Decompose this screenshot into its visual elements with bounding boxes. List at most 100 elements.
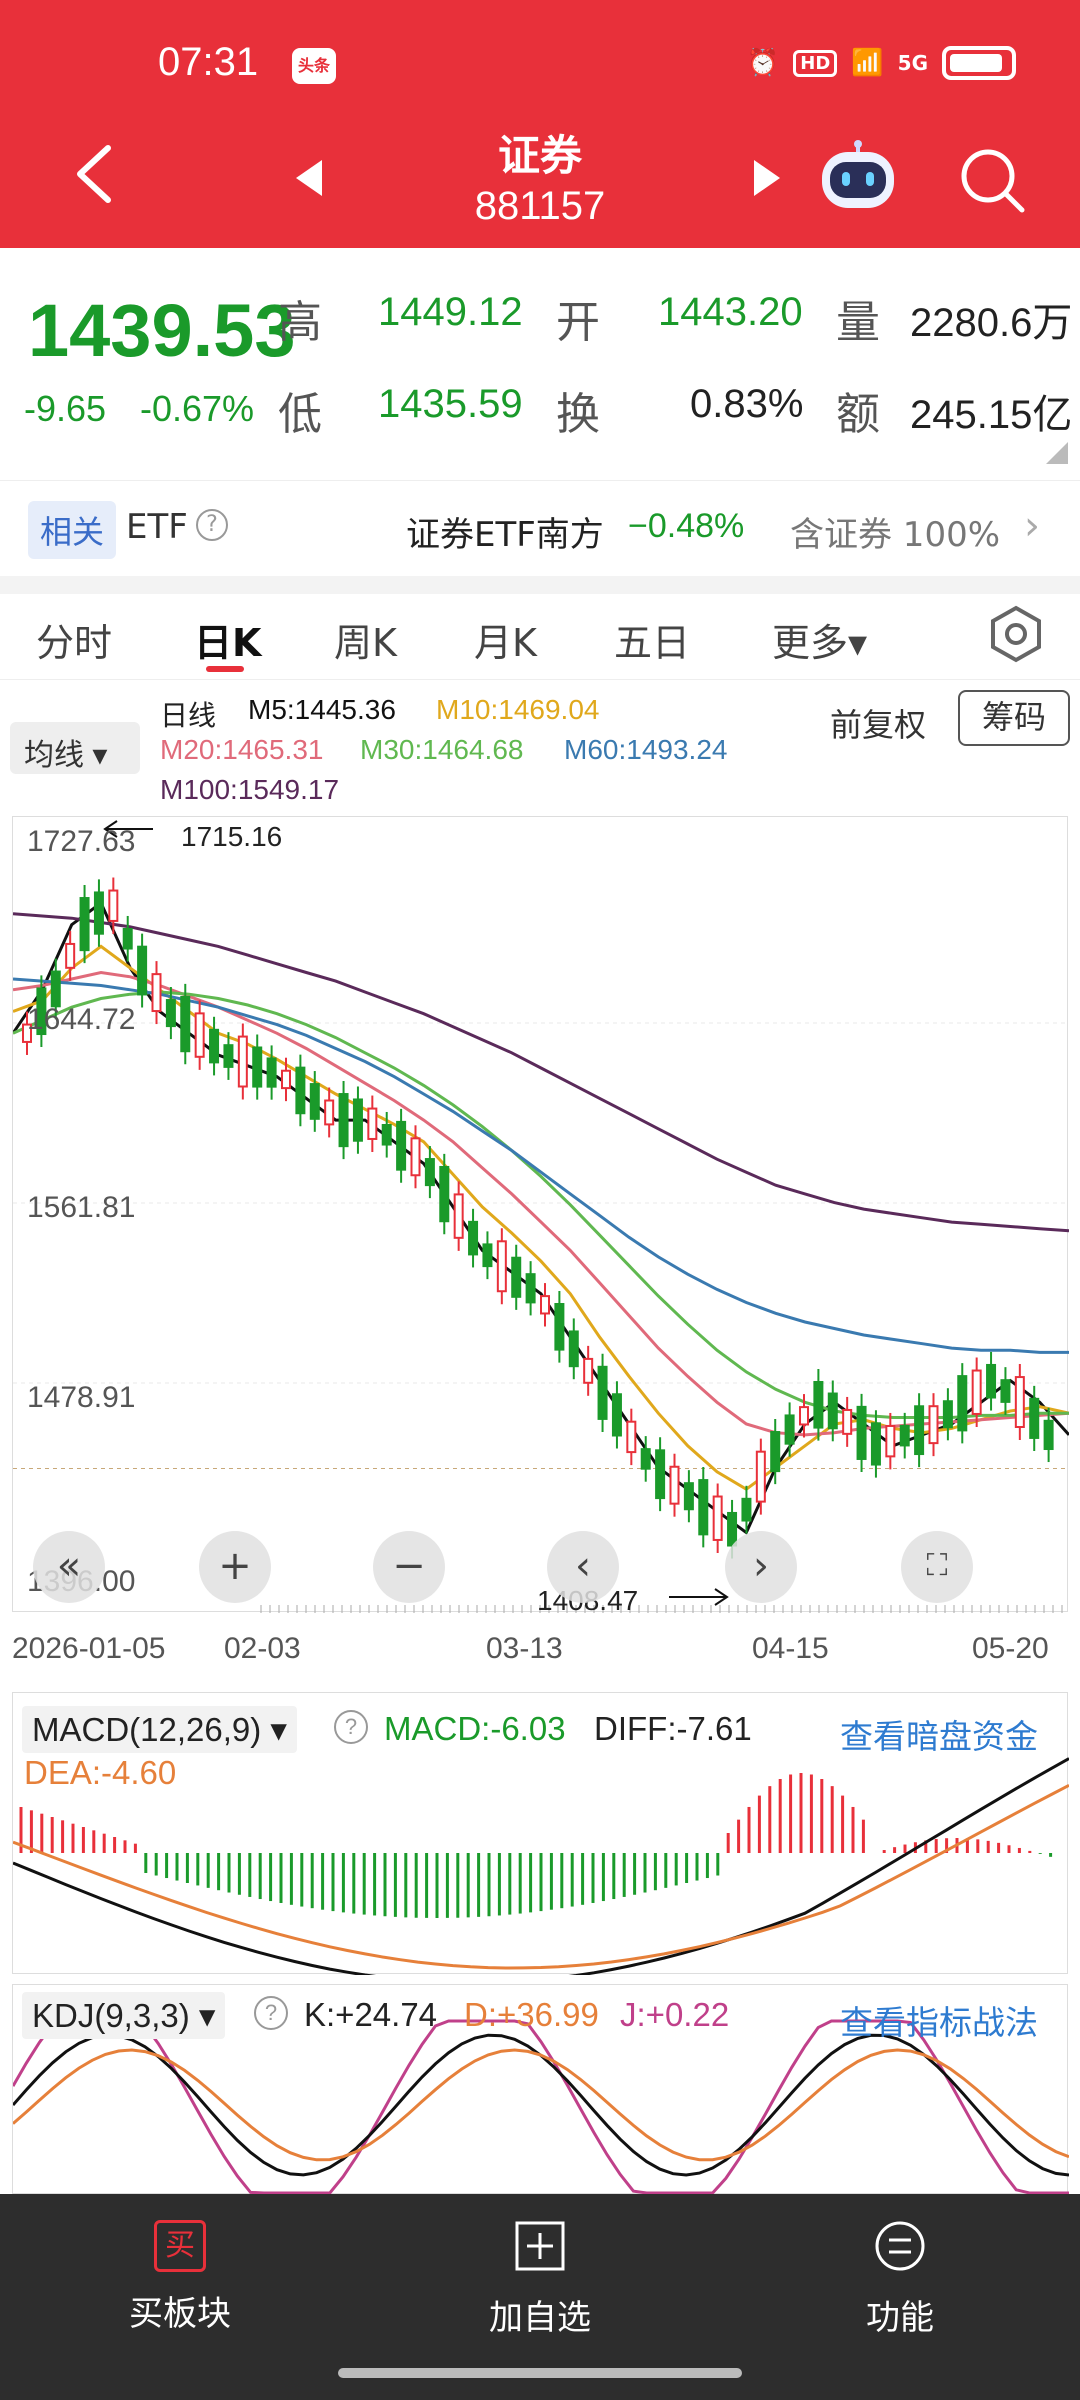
ma-line-m30 — [12, 990, 1069, 1419]
candle-63 — [928, 1405, 939, 1445]
high-label: 高 — [278, 297, 322, 348]
zoom-out-icon[interactable]: − — [373, 1531, 445, 1603]
tab-five-day[interactable]: 五日 — [614, 612, 690, 667]
menu-circle-icon — [875, 2221, 925, 2271]
open-value: 1443.20 — [658, 290, 803, 334]
candle-33 — [496, 1240, 507, 1293]
divider — [0, 576, 1080, 594]
candle-2 — [50, 970, 61, 1008]
buy-sector-button[interactable]: 买 买板块 — [80, 2220, 280, 2335]
tab-more[interactable]: 更多▾ — [772, 612, 867, 667]
scroll-left-fast-icon[interactable]: « — [33, 1531, 105, 1603]
fullscreen-icon[interactable]: ⛶ — [901, 1531, 973, 1603]
low-value: 1435.59 — [378, 382, 523, 426]
candle-30 — [453, 1193, 464, 1239]
open-label: 开 — [556, 297, 600, 348]
add-square-icon — [515, 2221, 565, 2271]
candle-22 — [338, 1093, 349, 1148]
volume-value: 2280.6万 — [910, 301, 1073, 345]
candle-36 — [540, 1295, 550, 1315]
status-time: 07:31 — [158, 40, 259, 84]
tab-weekly-k[interactable]: 周K — [334, 612, 397, 667]
candle-28 — [424, 1158, 435, 1187]
ma-line-m100 — [12, 912, 1070, 1233]
related-tag: 相关 — [28, 501, 117, 559]
candle-27 — [410, 1137, 421, 1177]
candle-44 — [655, 1449, 666, 1500]
volume-label: 量 — [836, 297, 880, 348]
header: 07:31 头条 ⏰ HD 📶 5G 证券 881157 — [0, 0, 1080, 248]
candle-70 — [1029, 1397, 1040, 1439]
scroll-right-icon[interactable]: › — [725, 1531, 797, 1603]
scroll-left-icon[interactable]: ‹ — [547, 1531, 619, 1603]
tab-daily-k[interactable]: 日K — [194, 612, 261, 667]
candle-51 — [755, 1450, 766, 1503]
indicator-strategy-link[interactable]: 查看指标战法 — [840, 1996, 1038, 2044]
candle-8 — [137, 945, 148, 996]
candle-24 — [367, 1107, 378, 1140]
j-value: J:+0.22 — [620, 1996, 730, 2033]
robot-assistant-icon[interactable] — [816, 140, 900, 212]
candle-26 — [396, 1120, 407, 1171]
period-tabs: 分时 日K 周K 月K 五日 更多▾ — [0, 594, 1080, 680]
add-watchlist-button[interactable]: 加自选 — [440, 2220, 640, 2339]
y-tick-3: 1478.91 — [27, 1381, 136, 1414]
candle-19 — [295, 1066, 306, 1115]
candle-52 — [770, 1431, 781, 1473]
candle-4 — [79, 897, 90, 952]
functions-button[interactable]: 功能 — [800, 2220, 1000, 2339]
candle-31 — [468, 1220, 479, 1256]
candle-5 — [93, 891, 104, 935]
macd-svg — [12, 1757, 1070, 1985]
settings-hexagon-icon[interactable] — [986, 604, 1046, 664]
price-change-pct: -0.67% — [140, 388, 255, 429]
kdj-help-icon[interactable]: ? — [254, 1996, 288, 2030]
candle-47 — [698, 1479, 709, 1536]
candle-50 — [741, 1497, 752, 1522]
candle-59 — [870, 1422, 881, 1466]
hd-icon: HD — [793, 49, 838, 77]
candle-41 — [611, 1393, 622, 1437]
turnover-value: 0.83% — [690, 382, 804, 426]
candle-34 — [511, 1256, 522, 1298]
expand-corner-icon[interactable] — [1046, 442, 1068, 464]
candle-46 — [683, 1482, 694, 1511]
kdj-selector[interactable]: KDJ(9,3,3) ▾ — [22, 1992, 226, 2039]
turnover-label: 换 — [556, 389, 600, 440]
tab-monthly-k[interactable]: 月K — [474, 612, 537, 667]
candle-13 — [209, 1028, 220, 1064]
x-tick-1: 02-03 — [224, 1632, 301, 1665]
ma-selector-button[interactable]: 均线 ▾ — [10, 722, 140, 774]
macd-chart — [12, 1692, 1070, 1985]
nav-bar: 证券 881157 — [0, 120, 1080, 240]
legend-m100: M100:1549.17 — [160, 774, 340, 805]
candle-40 — [597, 1365, 608, 1420]
tab-intraday[interactable]: 分时 — [36, 612, 112, 667]
candle-21 — [324, 1099, 335, 1126]
ma-line-m20 — [12, 970, 1070, 1437]
candle-16 — [252, 1046, 263, 1088]
x-tick-0: 2026-01-05 — [12, 1632, 166, 1665]
related-etf-row[interactable]: 相关 ETF ? 证券ETF南方 −0.48% 含证券 100% › — [0, 480, 1080, 576]
etf-name[interactable]: 证券ETF南方 — [406, 507, 604, 556]
adjust-mode[interactable]: 前复权 — [830, 700, 926, 746]
buy-icon: 买 — [154, 2220, 206, 2272]
candle-61 — [899, 1424, 910, 1447]
zoom-in-icon[interactable]: + — [199, 1531, 271, 1603]
candle-39 — [583, 1357, 594, 1384]
home-indicator — [338, 2368, 742, 2378]
candle-10 — [165, 999, 176, 1028]
candle-53 — [784, 1414, 795, 1445]
next-stock-icon[interactable] — [752, 160, 780, 196]
kline-chart[interactable]: 1727.63 1644.72 1561.81 1478.91 1396.00 … — [11, 816, 1071, 1616]
candle-38 — [568, 1330, 579, 1368]
chevron-right-icon[interactable]: › — [1024, 503, 1040, 549]
candle-64 — [942, 1400, 953, 1429]
search-icon[interactable] — [956, 144, 1026, 214]
candle-6 — [108, 889, 119, 922]
etf-change: −0.48% — [628, 507, 745, 545]
chips-button[interactable]: 筹码 — [958, 690, 1070, 746]
candle-71 — [1043, 1419, 1054, 1451]
etf-contains: 含证券 100% — [790, 515, 1001, 555]
help-icon[interactable]: ? — [196, 509, 228, 541]
